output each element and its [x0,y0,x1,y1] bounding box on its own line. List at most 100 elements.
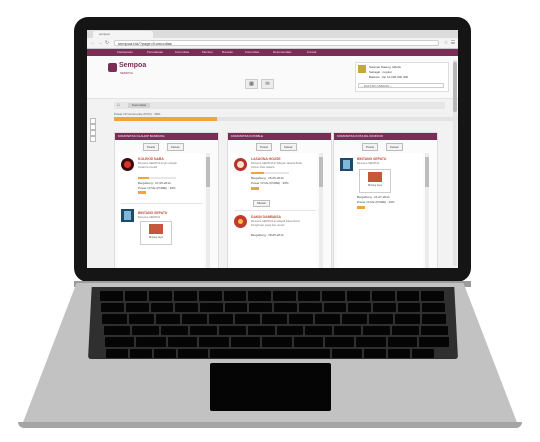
keyboard-key [305,325,333,335]
member-logo[interactable] [121,158,134,171]
community-column-2: KOMUNITAS KOTABLE Posisi Keluar LASAGNA … [227,132,332,268]
card-text: Bintang Jaya [149,236,163,239]
poc-progress-fill [114,117,218,121]
page-scrollbar[interactable] [453,60,457,266]
keyboard-key [130,348,152,358]
keluar-button[interactable]: Keluar [167,143,184,151]
nav-item[interactable]: Perusahaan [147,49,163,56]
nav-item[interactable]: Bursaku [222,49,233,56]
scrollbar-thumb[interactable] [206,157,210,187]
member-logo[interactable] [234,158,247,171]
keyboard-key [363,325,390,335]
mail-icon[interactable]: ✉ [261,79,274,89]
item-title[interactable]: KOLEKSI NABA [138,157,164,161]
product-card[interactable]: Bintang Jaya [359,169,391,193]
keyboard-key [129,314,154,324]
home-icon[interactable]: ⌂ [117,102,120,109]
item-action-button[interactable] [138,191,146,194]
keyboard-key [199,337,229,347]
arrow-right-icon[interactable]: → [97,40,103,46]
item-pome: Power Of Me (POME) : 35% [251,181,289,185]
column-scrollbar[interactable] [319,153,323,268]
member-photo[interactable] [340,158,353,171]
reload-icon[interactable]: ↻ [104,40,110,46]
keyboard-key [298,302,322,312]
breadcrumb: ⌂ Komunitas [114,102,445,109]
item-joined: Bergabung : 21-07-2014 [357,195,390,199]
column-scrollbar[interactable] [206,153,210,268]
nav-item[interactable]: Rekomendasi [273,49,291,56]
nav-item[interactable]: Komunitas [245,49,259,56]
item-title[interactable]: LASAGNA HOUSE [251,157,281,161]
page-scrollbar-thumb[interactable] [453,62,457,112]
keyboard-key [395,314,420,324]
keyboard-key [297,291,321,301]
keyboard-key [396,291,420,301]
keyboard-key [276,325,304,335]
item-action-button[interactable] [251,187,259,190]
logo-icon[interactable] [108,63,117,72]
item-title[interactable]: DAKIN DAMBAISA [251,215,281,219]
scrollbar-thumb[interactable] [425,157,429,187]
side-tool[interactable] [90,136,96,142]
card-brand-mark [149,224,163,234]
keyboard-key [323,302,347,312]
site-header: Sempoa SEMPOA ▦ ✉ Selamat Datang, Alfiah… [87,56,458,99]
laptop-touchpad[interactable] [210,363,331,411]
item-desc: Bersama SEMPOA di Wilayah Jakarta Barat [251,162,302,165]
keyboard-key [167,337,198,347]
keyboard-key [421,314,447,324]
posisi-button[interactable]: Posisi [256,143,273,151]
browser-tab[interactable]: sempoa [93,31,153,38]
pome-bar [251,172,289,174]
keluar-button[interactable]: Keluar [280,143,297,151]
logo-text[interactable]: Sempoa [119,62,146,69]
item-desc: Bersama SEMPOA [138,216,161,219]
item-action-button[interactable] [357,206,365,209]
scrollbar-thumb[interactable] [319,157,323,187]
keluar-button[interactable]: Keluar [386,143,403,151]
keyboard-key [332,348,362,358]
card-text: Bintang Jaya [368,184,382,187]
column-title: KOMUNITAS KOTABLE [228,133,331,140]
divider [234,210,316,211]
keyboard-key [125,302,149,312]
keyboard-key [364,348,386,358]
arrow-left-icon[interactable]: ← [90,40,96,46]
keyboard-key [208,314,234,324]
posisi-button[interactable]: Posisi [362,143,379,151]
keyboard-key [154,348,176,358]
nav-item[interactable]: Komunitas [175,49,189,56]
laptop-keyboard [88,287,458,359]
menu-icon[interactable]: ☰ [450,40,456,46]
keyboard-key [368,314,394,324]
keyboard-key [190,325,217,335]
product-card[interactable]: Bintang Jaya [140,221,172,245]
keyboard-key [150,302,174,312]
pome-bar [138,177,176,179]
nav-item[interactable]: Member [202,49,213,56]
address-bar[interactable]: sempoa.biz/?page=Komunitas [114,40,439,46]
column-scrollbar[interactable] [425,153,429,268]
star-icon[interactable]: ☆ [443,40,449,46]
breadcrumb-current[interactable]: Komunitas [128,103,151,108]
keyboard-key [235,314,261,324]
posisi-button[interactable]: Posisi [143,143,160,151]
avatar [358,65,366,73]
user-greeting: Selamat Datang, Alfiahu [369,65,402,69]
member-photo[interactable] [121,209,134,222]
item-title[interactable]: BINTANG SEPATU [138,211,167,215]
poc-progress-bar [114,117,458,121]
keyboard-key [262,314,287,324]
keyboard-key [248,291,271,301]
keyboard-key [101,302,124,312]
item-title[interactable]: BINTANG SEPATU [357,157,386,161]
nav-item[interactable]: Kantipostan [117,49,133,56]
branch-select[interactable]: -- DAFTAR CABANG -- [358,83,444,88]
keyboard-key [347,291,370,301]
community-column-3: KOMUNITAS KOTA DIL INOFFOO Posisi Keluar… [333,132,438,268]
mutasi-button[interactable]: Mutasi [253,200,270,207]
grid-icon[interactable]: ▦ [245,79,258,89]
member-logo[interactable] [234,215,247,228]
nav-item[interactable]: Kontak [307,49,316,56]
